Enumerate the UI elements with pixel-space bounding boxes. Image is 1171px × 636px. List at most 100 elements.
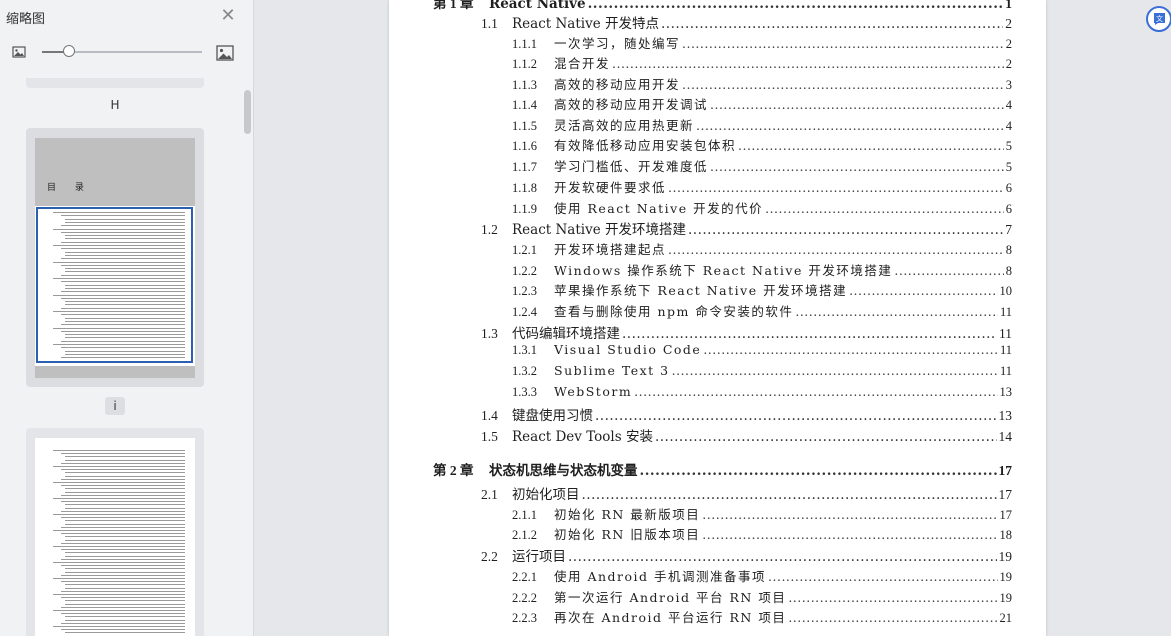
toc-leader-dots: [582, 487, 997, 503]
zoom-slider-handle[interactable]: [63, 45, 76, 57]
toc-entry-number: 1.5: [481, 429, 498, 444]
thumbnail-selected[interactable]: 目 录: [26, 128, 204, 387]
thumbnail-page-preview: 目 录: [35, 138, 195, 378]
thumbnail-text-line: [53, 466, 185, 467]
thumbnail-panel: 缩略图 ✕ H 目 录 i: [0, 0, 254, 636]
toc-entry[interactable]: 1.1.9 使用 React Native 开发的代价 6: [389, 198, 1046, 218]
toc-entry-number: 1.2.3: [512, 284, 537, 298]
toc-entry[interactable]: 1.1.5 灵活高效的应用热更新 4: [389, 115, 1046, 135]
thumbnail-text-line: [61, 462, 185, 464]
toc-entry[interactable]: 1.3.1 Visual Studio Code 11: [389, 342, 1046, 362]
toc-entry-title: 开发环境搭建起点: [554, 242, 667, 257]
thumbnail-text-line: [61, 494, 185, 496]
thumbnail-text-line: [65, 632, 185, 634]
toc-entry[interactable]: 1.2.2 Windows 操作系统下 React Native 开发环境搭建 8: [389, 260, 1046, 280]
thumbnail-text-line: [65, 539, 185, 541]
toc-entry[interactable]: 1.3.3 WebStorm 13: [389, 384, 1046, 404]
toc-entry-number: 第 1 章: [433, 0, 474, 11]
thumbnail-text-line: [61, 510, 185, 512]
document-viewer[interactable]: 第 1 章React Native11.1React Native 开发特点21…: [254, 0, 1171, 636]
toc-leader-dots: [738, 138, 1004, 153]
toc-entry[interactable]: 2.2.1 使用 Android 手机调测准备事项 19: [389, 566, 1046, 586]
toc-entry-title: 键盘使用习惯: [512, 408, 593, 424]
toc-entry-page: 17: [998, 487, 1013, 502]
thumbnail-text-line: [61, 629, 185, 631]
toc-entry[interactable]: 1.1.6 有效降低移动应用安装包体积 5: [389, 135, 1046, 155]
toc-entry[interactable]: 1.1.1 一次学习，随处编写 2: [389, 33, 1046, 53]
toc-entry-title: 使用 Android 手机调测准备事项: [554, 569, 767, 584]
toc-entry-page: 10: [999, 284, 1013, 298]
toc-leader-dots: [568, 549, 997, 565]
toc-entry[interactable]: 1.1.4 高效的移动应用开发调试 4: [389, 94, 1046, 114]
document-page: 第 1 章React Native11.1React Native 开发特点21…: [389, 0, 1046, 636]
toc-leader-dots: [788, 590, 997, 605]
thumbnail-text-line: [61, 469, 185, 471]
toc-entry[interactable]: 2.1 初始化项目 17: [389, 483, 1046, 503]
toc-entry[interactable]: 1.5 React Dev Tools 安装 14: [389, 425, 1046, 445]
toc-entry-page: 13: [998, 408, 1013, 423]
toc-entry-number: 1.1.8: [512, 181, 537, 195]
thumbnail-text-line: [61, 558, 185, 560]
translate-extension-icon[interactable]: 文: [1146, 6, 1171, 32]
thumbnail-text-line: [65, 488, 185, 490]
toc-entry[interactable]: 2.2 运行项目 19: [389, 545, 1046, 565]
toc-entry[interactable]: 1.3.2 Sublime Text 3 11: [389, 363, 1046, 383]
large-image-icon[interactable]: [216, 44, 234, 61]
toc-entry[interactable]: 2.1.1 初始化 RN 最新版项目 17: [389, 504, 1046, 524]
toc-entry-number: 1.1.7: [512, 160, 537, 174]
toc-leader-dots: [682, 36, 1004, 51]
toc-entry[interactable]: 第 1 章 React Native 1: [389, 0, 1046, 12]
toc-entry-title: 状态机思维与状态机变量: [489, 463, 638, 479]
toc-entry[interactable]: 2.2.2 第一次运行 Android 平台 RN 项目 19: [389, 587, 1046, 607]
small-image-icon[interactable]: [12, 44, 28, 60]
toc-entry[interactable]: 1.3 代码编辑环境搭建 11: [389, 322, 1046, 342]
thumbnail-viewport-indicator[interactable]: [36, 207, 193, 363]
toc-leader-dots: [703, 342, 998, 357]
toc-entry-page: 11: [999, 305, 1012, 319]
toc-leader-dots: [661, 16, 1003, 32]
toc-entry[interactable]: 1.4 键盘使用习惯 13: [389, 404, 1046, 424]
toc-entry[interactable]: 1.1.2 混合开发 2: [389, 53, 1046, 73]
toc-entry[interactable]: 2.2.3 再次在 Android 平台运行 RN 项目 21: [389, 607, 1046, 627]
toc-entry-number: 1.2.2: [512, 264, 537, 278]
toc-entry-page: 2: [1005, 16, 1012, 31]
toc-entry[interactable]: 1.1.8 开发软硬件要求低 6: [389, 177, 1046, 197]
toc-entry-page: 17: [998, 463, 1013, 478]
thumbnail-text-line: [53, 610, 185, 611]
thumbnail-text-line: [53, 594, 185, 595]
zoom-slider[interactable]: [42, 45, 202, 57]
toc-entry[interactable]: 1.2.4 查看与删除使用 npm 命令安装的软件 11: [389, 301, 1046, 321]
close-icon[interactable]: ✕: [220, 7, 236, 25]
thumbnail-text-line: [61, 478, 185, 480]
toc-entry[interactable]: 第 2 章状态机思维与状态机变量 17: [389, 459, 1046, 479]
previous-thumbnail[interactable]: [26, 78, 204, 88]
toc-entry-number: 1.2: [481, 222, 498, 237]
toc-entry-page: 3: [1005, 78, 1012, 92]
thumbnail-text-line: [65, 584, 185, 586]
toc-entry[interactable]: 2.1.2 初始化 RN 旧版本项目 18: [389, 524, 1046, 544]
toc-entry-title: 代码编辑环境搭建: [512, 326, 620, 342]
toc-entry[interactable]: 1.2 React Native 开发环境搭建 7: [389, 218, 1046, 238]
thumbnail-text-line: [61, 581, 185, 583]
sidebar-scrollbar[interactable]: [244, 90, 251, 134]
toc-entry-title: 高效的移动应用开发: [554, 77, 681, 92]
toc-entry[interactable]: 1.1.7 学习门槛低、开发难度低 5: [389, 156, 1046, 176]
toc-entry-page: 11: [999, 326, 1012, 341]
thumbnail-text-line: [65, 568, 185, 570]
toc-leader-dots: [688, 222, 1003, 238]
toc-entry-number: 1.1.4: [512, 98, 537, 112]
toc-entry-title: 一次学习，随处编写: [554, 36, 681, 51]
toc-leader-dots: [588, 0, 1004, 12]
thumbnail-text-line: [65, 459, 185, 461]
thumbnail-text-line: [65, 552, 185, 554]
toc-entry[interactable]: 1.1.3 高效的移动应用开发 3: [389, 74, 1046, 94]
thumbnail-text-line: [53, 530, 185, 531]
thumbnail-text-line: [61, 574, 185, 576]
thumbnail[interactable]: [26, 428, 204, 636]
thumbnail-text-line: [53, 498, 185, 499]
toc-entry[interactable]: 1.2.3 苹果操作系统下 React Native 开发环境搭建 10: [389, 280, 1046, 300]
toc-entry[interactable]: 1.2.1 开发环境搭建起点 8: [389, 239, 1046, 259]
toc-entry[interactable]: 1.1 React Native 开发特点 2: [389, 12, 1046, 32]
toc-entry-title: 第一次运行 Android 平台 RN 项目: [554, 590, 787, 605]
toc-entry-title: 使用 React Native 开发的代价: [554, 201, 764, 216]
